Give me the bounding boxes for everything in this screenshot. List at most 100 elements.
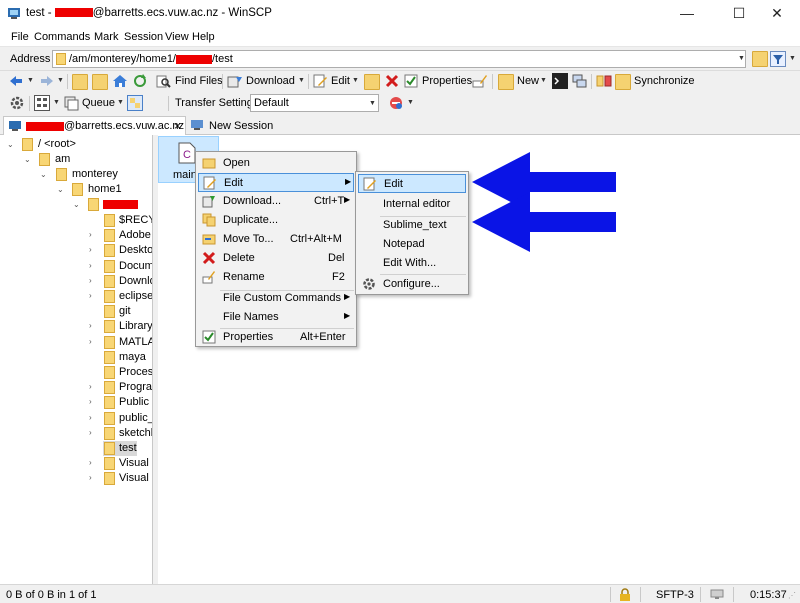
tree-item[interactable]: › Downlo <box>0 274 152 290</box>
collapsed-chevron-icon[interactable]: › <box>89 230 92 239</box>
tree-item[interactable]: › Library <box>0 319 152 335</box>
properties-icon[interactable] <box>403 73 419 89</box>
tree-item[interactable]: Process <box>0 365 152 381</box>
home-icon[interactable] <box>112 73 128 89</box>
refresh-icon[interactable] <box>132 73 148 89</box>
submenu-item-sublime-text[interactable]: Sublime_text <box>358 216 466 235</box>
edit-button[interactable]: Edit <box>331 75 350 87</box>
menu-item-open[interactable]: Open <box>198 154 354 173</box>
menu-item-duplicate[interactable]: Duplicate... <box>198 211 354 230</box>
tree-item[interactable]: git <box>0 304 152 320</box>
tree-item[interactable]: › Visual S <box>0 456 152 472</box>
tree-item[interactable]: › Adobe <box>0 228 152 244</box>
synchronize-button[interactable]: Synchronize <box>634 75 695 87</box>
tree-item-home1[interactable]: ⌄ home1 <box>0 182 152 198</box>
menu-item-file-names[interactable]: File Names ▶ <box>198 308 354 327</box>
filter-dropdown-icon[interactable]: ▼ <box>789 55 796 62</box>
queue-dropdown-icon[interactable]: ▼ <box>117 99 124 106</box>
rename-icon[interactable] <box>472 73 488 89</box>
forward-dropdown-icon[interactable]: ▼ <box>57 77 64 84</box>
minimize-button[interactable]: — <box>664 0 710 27</box>
tree-item[interactable]: › public_ <box>0 411 152 427</box>
menu-item-rename[interactable]: Rename F2 <box>198 268 354 287</box>
collapsed-chevron-icon[interactable]: › <box>89 291 92 300</box>
menu-item-edit[interactable]: Edit ▶ <box>198 173 354 192</box>
tree-item-root[interactable]: ⌄ / <root> <box>0 137 152 153</box>
view-icon[interactable] <box>34 95 50 111</box>
new-dropdown-icon[interactable]: ▼ <box>540 77 547 84</box>
transfer-options-dropdown-icon[interactable]: ▼ <box>407 99 414 106</box>
submenu-item-notepad[interactable]: Notepad <box>358 235 466 254</box>
tree-item[interactable]: › Public <box>0 395 152 411</box>
collapsed-chevron-icon[interactable]: › <box>89 413 92 422</box>
collapsed-chevron-icon[interactable]: › <box>89 276 92 285</box>
preferences-gear-icon[interactable] <box>9 95 25 111</box>
resize-grip-icon[interactable]: ⋰ <box>788 591 796 600</box>
tree-item[interactable]: $RECYC <box>0 213 152 229</box>
download-dropdown-icon[interactable]: ▼ <box>298 77 305 84</box>
delete-icon[interactable] <box>384 73 400 89</box>
tree-item-monterey[interactable]: ⌄ monterey <box>0 167 152 183</box>
copy-icon[interactable] <box>364 74 380 90</box>
submenu-item-configure[interactable]: Configure... <box>358 275 466 294</box>
menu-item-file-custom-commands[interactable]: File Custom Commands ▶ <box>198 289 354 308</box>
tab-session[interactable]: @barretts.ecs.vuw.ac.nz × <box>3 116 186 135</box>
view-dropdown-icon[interactable]: ▼ <box>53 99 60 106</box>
transfer-options-icon[interactable] <box>388 95 404 111</box>
new-button[interactable]: New <box>517 75 539 87</box>
tree-item-am[interactable]: ⌄ am <box>0 152 152 168</box>
collapsed-chevron-icon[interactable]: › <box>89 473 92 482</box>
back-dropdown-icon[interactable]: ▼ <box>27 77 34 84</box>
submenu-item-edit-with[interactable]: Edit With... <box>358 254 466 273</box>
tab-new-session[interactable]: New Session <box>186 116 273 135</box>
tree-item[interactable]: test <box>0 441 152 457</box>
menu-item-delete[interactable]: Delete Del <box>198 249 354 268</box>
queue-icon[interactable] <box>63 95 79 111</box>
address-field[interactable]: /am/monterey/home1//test <box>52 50 746 68</box>
queue-list-icon[interactable] <box>127 95 143 111</box>
menu-file[interactable]: File <box>11 31 29 43</box>
forward-icon[interactable] <box>39 73 55 89</box>
expanded-chevron-icon[interactable]: ⌄ <box>7 140 14 149</box>
new-folder-icon[interactable] <box>498 74 514 90</box>
synchronize-icon[interactable] <box>615 74 631 90</box>
address-dropdown-icon[interactable]: ▼ <box>738 55 745 62</box>
transfer-settings-select[interactable]: Default ▼ <box>250 94 379 112</box>
collapsed-chevron-icon[interactable]: › <box>89 397 92 406</box>
menu-commands[interactable]: Commands <box>34 31 90 43</box>
collapsed-chevron-icon[interactable]: › <box>89 382 92 391</box>
menu-item-properties[interactable]: Properties Alt+Enter <box>198 328 354 347</box>
tree-item[interactable]: › Program <box>0 380 152 396</box>
tab-close-icon[interactable]: × <box>174 119 181 133</box>
expanded-chevron-icon[interactable]: ⌄ <box>57 185 64 194</box>
collapsed-chevron-icon[interactable]: › <box>89 337 92 346</box>
edit-icon[interactable] <box>312 73 328 89</box>
parent-directory-icon[interactable] <box>72 74 88 90</box>
close-button[interactable]: ✕ <box>754 0 800 27</box>
menu-item-download[interactable]: Download... Ctrl+T ▶ <box>198 192 354 211</box>
root-directory-icon[interactable] <box>92 74 108 90</box>
tree-item[interactable]: maya <box>0 350 152 366</box>
collapsed-chevron-icon[interactable]: › <box>89 458 92 467</box>
collapsed-chevron-icon[interactable]: › <box>89 321 92 330</box>
filter-icon[interactable] <box>770 51 786 67</box>
collapsed-chevron-icon[interactable]: › <box>89 261 92 270</box>
open-directory-icon[interactable] <box>752 51 768 67</box>
queue-button[interactable]: Queue <box>82 97 115 109</box>
find-files-icon[interactable] <box>155 73 171 89</box>
tree-item[interactable]: › Desktop <box>0 243 152 259</box>
console-icon[interactable] <box>552 73 568 89</box>
tree-item-user-home[interactable]: ⌄ <box>0 197 152 213</box>
properties-button[interactable]: Properties <box>422 75 472 87</box>
menu-help[interactable]: Help <box>192 31 215 43</box>
menu-mark[interactable]: Mark <box>94 31 118 43</box>
back-icon[interactable] <box>8 73 24 89</box>
download-icon[interactable] <box>227 73 243 89</box>
submenu-item-internal-editor[interactable]: Internal editor <box>358 195 466 214</box>
menu-view[interactable]: View <box>165 31 189 43</box>
tree-item[interactable]: › Docum <box>0 259 152 275</box>
tree-item[interactable]: › Visual S <box>0 471 152 487</box>
menu-session[interactable]: Session <box>124 31 163 43</box>
download-button[interactable]: Download <box>246 75 295 87</box>
collapsed-chevron-icon[interactable]: › <box>89 245 92 254</box>
